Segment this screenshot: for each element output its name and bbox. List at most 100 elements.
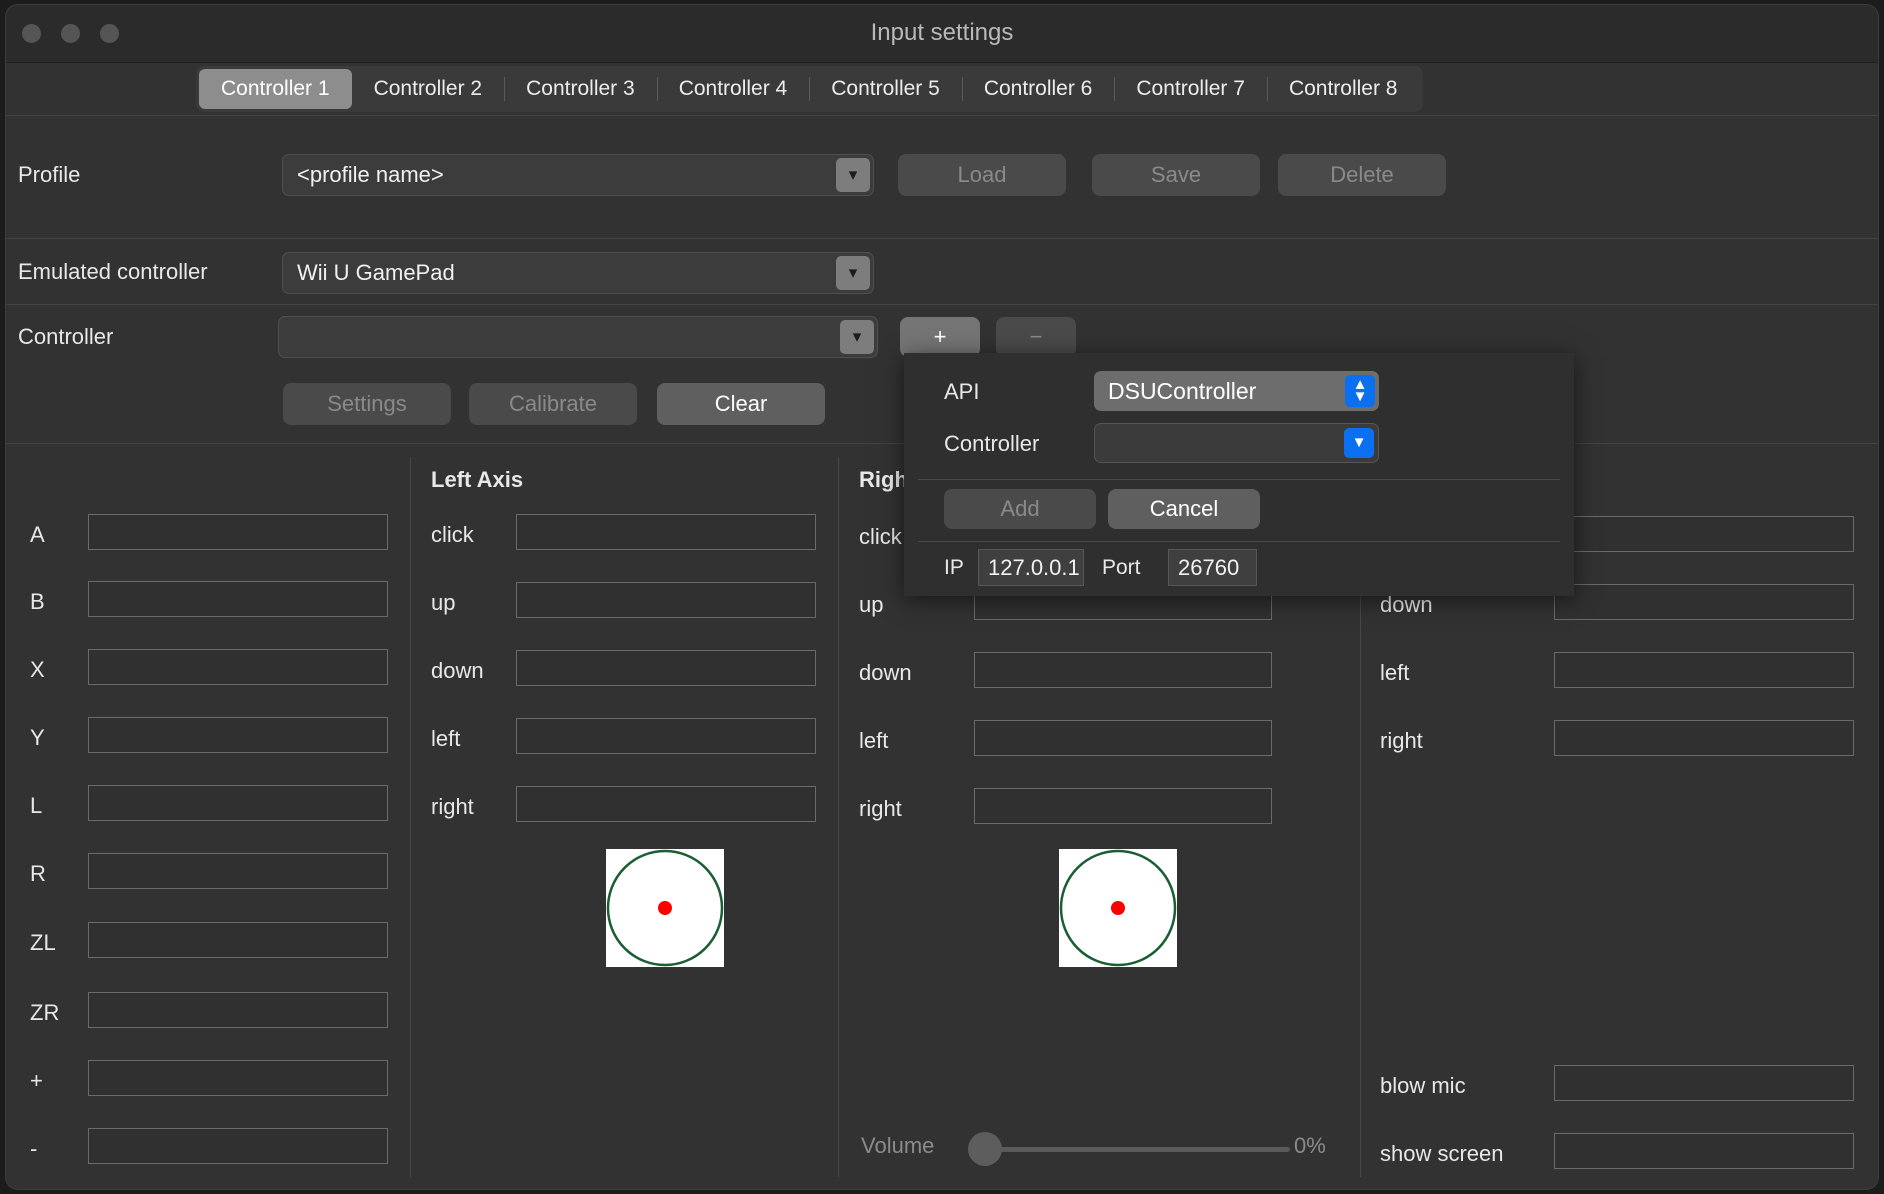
separator-right-axis <box>838 457 839 1177</box>
load-button[interactable]: Load <box>898 154 1066 196</box>
tab-controller-5[interactable]: Controller 5 <box>809 69 962 109</box>
volume-slider-knob[interactable] <box>968 1132 1002 1166</box>
volume-label: Volume <box>861 1133 934 1159</box>
add-controller-dialog: API DSUController ▲▼ Controller ▼ Add Ca… <box>904 353 1574 596</box>
add-controller-button[interactable]: + <box>900 317 980 357</box>
tab-controller-6[interactable]: Controller 6 <box>962 69 1115 109</box>
button-input-y[interactable] <box>88 717 388 753</box>
button-input-r[interactable] <box>88 853 388 889</box>
dpad-input-down[interactable] <box>1554 584 1854 620</box>
chevron-down-icon: ▼ <box>1344 428 1374 458</box>
right-axis-input-down[interactable] <box>974 652 1272 688</box>
left-axis-input-up[interactable] <box>516 582 816 618</box>
right-axis-label-right: right <box>859 796 902 822</box>
button-label-l: L <box>30 793 42 819</box>
dialog-port-label: Port <box>1102 556 1141 580</box>
title-bar: Input settings <box>6 5 1878 63</box>
dpad-input-left[interactable] <box>1554 652 1854 688</box>
button-input-plus[interactable] <box>88 1060 388 1096</box>
extras-label-show-screen: show screen <box>1380 1141 1504 1167</box>
chevron-down-icon: ▾ <box>840 320 874 354</box>
divider-top <box>6 115 1878 116</box>
input-settings-window: Input settings Controller 1 Controller 2… <box>6 5 1878 1189</box>
controller-settings-button[interactable]: Settings <box>283 383 451 425</box>
dpad-input-right[interactable] <box>1554 720 1854 756</box>
remove-controller-button[interactable]: − <box>996 317 1076 357</box>
button-label-y: Y <box>30 725 45 751</box>
dialog-cancel-button[interactable]: Cancel <box>1108 489 1260 529</box>
divider-emulated <box>6 304 1878 305</box>
controller-clear-button[interactable]: Clear <box>657 383 825 425</box>
button-input-zl[interactable] <box>88 922 388 958</box>
save-button[interactable]: Save <box>1092 154 1260 196</box>
button-input-zr[interactable] <box>88 992 388 1028</box>
dialog-controller-label: Controller <box>944 431 1039 457</box>
left-stick-preview <box>606 849 724 967</box>
controller-tabs: Controller 1 Controller 2 Controller 3 C… <box>196 66 1423 112</box>
dpad-label-right: right <box>1380 728 1423 754</box>
button-input-a[interactable] <box>88 514 388 550</box>
right-axis-input-left[interactable] <box>974 720 1272 756</box>
dialog-controller-select[interactable]: ▼ <box>1094 423 1379 463</box>
controller-select[interactable]: ▾ <box>278 316 878 358</box>
tab-controller-2[interactable]: Controller 2 <box>352 69 505 109</box>
volume-slider-track[interactable] <box>990 1147 1290 1152</box>
dpad-label-left: left <box>1380 660 1409 686</box>
button-label-zl: ZL <box>30 930 56 956</box>
button-label-minus: - <box>30 1136 37 1162</box>
dialog-api-label: API <box>944 379 979 405</box>
extras-label-blow-mic: blow mic <box>1380 1073 1466 1099</box>
right-stick-preview <box>1059 849 1177 967</box>
right-axis-input-right[interactable] <box>974 788 1272 824</box>
left-axis-input-down[interactable] <box>516 650 816 686</box>
button-input-b[interactable] <box>88 581 388 617</box>
left-axis-title: Left Axis <box>431 467 523 493</box>
extras-input-show-screen[interactable] <box>1554 1133 1854 1169</box>
profile-label: Profile <box>18 162 80 188</box>
controller-calibrate-button[interactable]: Calibrate <box>469 383 637 425</box>
right-axis-label-down: down <box>859 660 912 686</box>
button-input-minus[interactable] <box>88 1128 388 1164</box>
dialog-ip-input[interactable]: 127.0.0.1 <box>978 549 1084 586</box>
right-axis-label-left: left <box>859 728 888 754</box>
button-label-a: A <box>30 522 45 548</box>
volume-value: 0% <box>1294 1133 1326 1159</box>
extras-input-blow-mic[interactable] <box>1554 1065 1854 1101</box>
button-label-b: B <box>30 589 45 615</box>
left-axis-label-click: click <box>431 522 474 548</box>
left-axis-label-left: left <box>431 726 460 752</box>
tab-controller-4[interactable]: Controller 4 <box>657 69 810 109</box>
separator-left-axis <box>410 457 411 1177</box>
button-label-zr: ZR <box>30 1000 59 1026</box>
controller-label: Controller <box>18 324 113 350</box>
dialog-divider-top <box>918 479 1560 480</box>
profile-select[interactable]: <profile name> ▾ <box>282 154 874 196</box>
chevron-down-icon: ▾ <box>836 256 870 290</box>
dpad-input-up[interactable] <box>1554 516 1854 552</box>
button-label-plus: + <box>30 1068 43 1094</box>
left-axis-input-click[interactable] <box>516 514 816 550</box>
button-input-x[interactable] <box>88 649 388 685</box>
dialog-divider-bottom <box>918 541 1560 542</box>
chevron-down-icon: ▾ <box>836 158 870 192</box>
dialog-api-select[interactable]: DSUController ▲▼ <box>1094 371 1379 411</box>
tab-controller-8[interactable]: Controller 8 <box>1267 69 1420 109</box>
emulated-controller-label: Emulated controller <box>18 259 208 285</box>
tab-controller-3[interactable]: Controller 3 <box>504 69 657 109</box>
button-label-x: X <box>30 657 45 683</box>
right-axis-label-click: click <box>859 524 902 550</box>
emulated-controller-select[interactable]: Wii U GamePad ▾ <box>282 252 874 294</box>
button-input-l[interactable] <box>88 785 388 821</box>
delete-button[interactable]: Delete <box>1278 154 1446 196</box>
dialog-add-button[interactable]: Add <box>944 489 1096 529</box>
left-axis-input-right[interactable] <box>516 786 816 822</box>
left-axis-input-left[interactable] <box>516 718 816 754</box>
tab-controller-7[interactable]: Controller 7 <box>1114 69 1267 109</box>
button-label-r: R <box>30 861 46 887</box>
right-axis-label-up: up <box>859 592 883 618</box>
profile-select-value: <profile name> <box>297 162 444 188</box>
tab-controller-1[interactable]: Controller 1 <box>199 69 352 109</box>
dialog-api-value: DSUController <box>1108 378 1256 405</box>
left-axis-label-down: down <box>431 658 484 684</box>
dialog-port-input[interactable]: 26760 <box>1168 549 1257 586</box>
